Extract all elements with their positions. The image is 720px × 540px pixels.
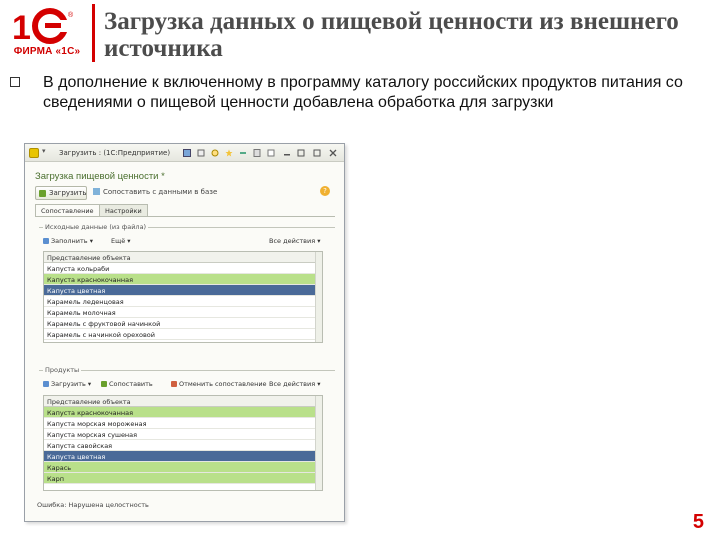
column-header[interactable]: Представление объекта: [44, 396, 322, 407]
source-data-toolbar: Заполнить ▾ Ещё ▾ Все действия ▾: [43, 237, 325, 248]
minimize-icon[interactable]: [283, 149, 291, 157]
form-toolbar: Загрузить Сопоставить с данными в базе: [35, 186, 335, 202]
cancel-match-label: Отменить сопоставление: [179, 380, 267, 388]
1c-logo: 1 ® ФИРМА «1С»: [6, 8, 88, 58]
load-button[interactable]: Загрузить: [35, 186, 87, 200]
save-icon[interactable]: [183, 149, 191, 157]
print-icon[interactable]: [197, 149, 205, 157]
vertical-scrollbar[interactable]: [315, 396, 322, 490]
products-load-button[interactable]: Загрузить ▾: [43, 380, 91, 388]
app-menu-dropdown-icon[interactable]: ▾: [42, 147, 46, 155]
window-titlebar: ▾ Загрузить : (1С:Предприятие): [25, 144, 344, 162]
table-row[interactable]: Карамель леденцовая: [44, 296, 322, 307]
slide-title: Загрузка данных о пищевой ценности из вн…: [104, 8, 679, 62]
products-all-actions-label: Все действия: [269, 380, 316, 388]
tab-divider: [35, 216, 335, 217]
table-row[interactable]: Карась: [44, 462, 322, 473]
table-row[interactable]: Капуста краснокочанная: [44, 407, 322, 418]
load-icon: [43, 381, 49, 387]
close-icon[interactable]: [329, 149, 337, 157]
logo-caption: ФИРМА «1С»: [13, 46, 81, 57]
maximize-icon[interactable]: [313, 149, 321, 157]
load-button-label: Загрузить: [49, 189, 87, 197]
svg-text:®: ®: [68, 11, 74, 19]
all-actions-button[interactable]: Все действия ▾: [269, 237, 321, 245]
fill-button-label: Заполнить: [51, 237, 88, 245]
window-title: Загрузить : (1С:Предприятие): [59, 149, 171, 157]
page-number: 5: [692, 511, 704, 533]
table-row[interactable]: Капуста кольраби: [44, 263, 322, 274]
cancel-match-button[interactable]: Отменить сопоставление: [171, 380, 267, 388]
more-button[interactable]: Ещё ▾: [111, 237, 131, 245]
calendar-icon[interactable]: [267, 149, 275, 157]
products-match-button[interactable]: Сопоставить: [101, 380, 153, 388]
tab-matching[interactable]: Сопоставление: [35, 204, 100, 216]
bullet-text: В дополнение к включенному в программу к…: [43, 74, 683, 111]
source-data-table[interactable]: Представление объекта Капуста кольраби К…: [43, 251, 323, 343]
vertical-scrollbar[interactable]: [315, 252, 322, 342]
title-accent-bar: [92, 4, 95, 62]
table-row[interactable]: Капуста морская сушеная: [44, 429, 322, 440]
table-row[interactable]: Карп: [44, 473, 322, 484]
match-with-database-button[interactable]: Сопоставить с данными в базе: [93, 188, 217, 196]
app-window: ▾ Загрузить : (1С:Предприятие) Загрузка …: [24, 143, 345, 522]
products-match-label: Сопоставить: [109, 380, 153, 388]
column-header[interactable]: Представление объекта: [44, 252, 322, 263]
table-row[interactable]: Карамель с начинкой ореховой: [44, 329, 322, 340]
form-title: Загрузка пищевой ценности *: [35, 171, 165, 182]
table-row[interactable]: Карамель молочная: [44, 307, 322, 318]
favorites-icon[interactable]: [225, 149, 233, 157]
table-row[interactable]: Капуста краснокочанная: [44, 274, 322, 285]
products-group-caption: Продукты: [43, 366, 82, 374]
cancel-icon: [171, 381, 177, 387]
calculator-icon[interactable]: [253, 149, 261, 157]
match-button-label: Сопоставить с данными в базе: [103, 188, 218, 196]
source-data-group-caption: Исходные данные (из файла): [43, 223, 149, 231]
load-icon: [39, 190, 46, 197]
products-toolbar: Загрузить ▾ Сопоставить Отменить сопоста…: [43, 380, 325, 391]
table-row[interactable]: Капуста цветная: [44, 285, 322, 296]
app-icon[interactable]: [29, 148, 39, 158]
status-message: Ошибка: Нарушена целостность: [37, 501, 149, 509]
history-icon[interactable]: [211, 149, 219, 157]
restore-icon[interactable]: [297, 149, 305, 157]
svg-text:1: 1: [12, 9, 31, 44]
all-actions-label: Все действия: [269, 237, 316, 245]
products-all-actions-button[interactable]: Все действия ▾: [269, 380, 321, 388]
match-icon: [101, 381, 107, 387]
products-table[interactable]: Представление объекта Капуста краснокоча…: [43, 395, 323, 491]
products-load-label: Загрузить: [51, 380, 86, 388]
1c-logo-mark: 1 ®: [12, 8, 74, 44]
table-row[interactable]: Капуста цветная: [44, 451, 322, 462]
fill-button[interactable]: Заполнить ▾: [43, 237, 93, 245]
table-row[interactable]: Капуста савойская: [44, 440, 322, 451]
tab-settings[interactable]: Настройки: [99, 204, 148, 216]
match-icon: [93, 188, 100, 195]
table-row[interactable]: Капуста морская мороженая: [44, 418, 322, 429]
help-icon[interactable]: ?: [320, 186, 330, 196]
group-border: [39, 370, 335, 371]
fill-icon: [43, 238, 49, 244]
checkbox-bullet-icon: [10, 77, 20, 87]
more-button-label: Ещё: [111, 237, 126, 245]
link-icon[interactable]: [239, 149, 247, 157]
table-row[interactable]: Карамель с фруктовой начинкой: [44, 318, 322, 329]
